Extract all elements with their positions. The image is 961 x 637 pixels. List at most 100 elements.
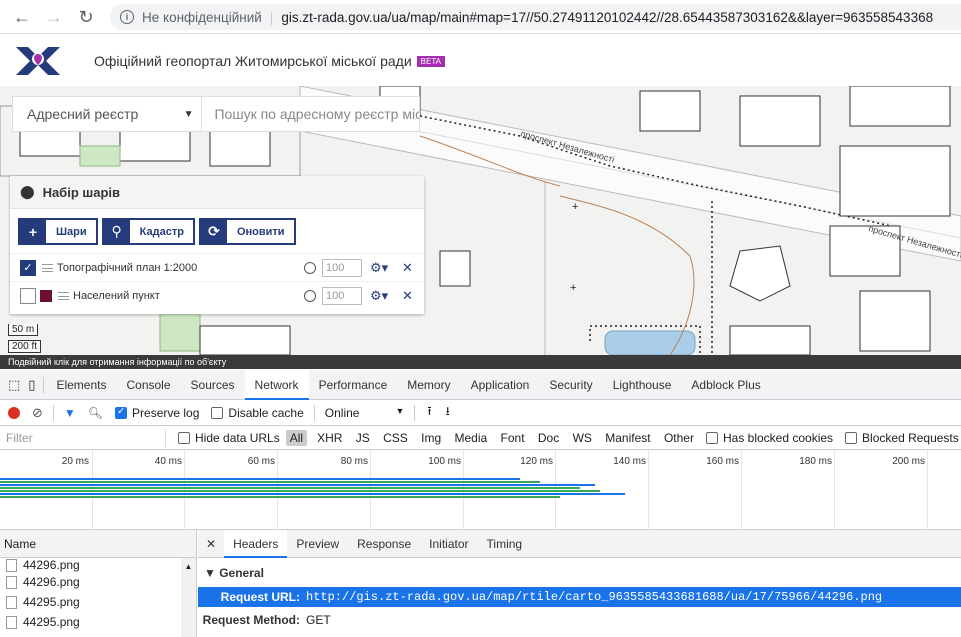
type-filter-all[interactable]: All bbox=[285, 429, 308, 446]
tab-adblock-plus[interactable]: Adblock Plus bbox=[681, 370, 770, 400]
address-search-input[interactable]: Пошук по адресному реєстр міс bbox=[202, 106, 419, 122]
import-har-icon[interactable]: ⭱ bbox=[427, 402, 431, 423]
chevron-down-icon: ▼ bbox=[395, 405, 405, 416]
close-icon[interactable]: ✕ bbox=[198, 530, 224, 558]
map-canvas[interactable]: проспект Незалежності проспект Незалежно… bbox=[0, 86, 961, 355]
tab-initiator[interactable]: Initiator bbox=[420, 530, 477, 558]
gear-icon[interactable]: ⚙▾ bbox=[370, 260, 388, 276]
tab-headers[interactable]: Headers bbox=[224, 529, 288, 558]
opacity-icon bbox=[304, 261, 316, 274]
drag-handle-icon[interactable] bbox=[58, 291, 69, 300]
tab-performance[interactable]: Performance bbox=[309, 370, 398, 400]
timeline-gridline bbox=[741, 450, 742, 530]
name-column-header[interactable]: Name bbox=[0, 530, 196, 558]
request-list-scrollbar[interactable]: ▲ bbox=[181, 558, 196, 637]
cadastre-button[interactable]: ⚲ Кадастр bbox=[101, 218, 195, 245]
request-name: 44295.png bbox=[23, 595, 80, 609]
type-filter-xhr[interactable]: XHR bbox=[317, 431, 342, 445]
close-icon[interactable]: ✕ bbox=[402, 260, 413, 276]
tab-console[interactable]: Console bbox=[116, 370, 180, 400]
tab-sources[interactable]: Sources bbox=[181, 370, 245, 400]
reload-icon[interactable]: ↻ bbox=[74, 5, 98, 29]
back-icon[interactable]: ← bbox=[10, 5, 34, 29]
request-url-value: http://gis.zt-rada.gov.ua/map/rtile/cart… bbox=[306, 590, 883, 604]
tab-elements[interactable]: Elements bbox=[46, 370, 116, 400]
type-filter-font[interactable]: Font bbox=[501, 431, 525, 445]
request-row[interactable]: 44296.png bbox=[0, 558, 196, 572]
site-title: Офіційний геопортал Житомирської міської… bbox=[94, 53, 445, 69]
network-overview[interactable]: 20 ms 40 ms 60 ms 80 ms 100 ms 120 ms 14… bbox=[0, 450, 961, 530]
tab-preview[interactable]: Preview bbox=[287, 530, 348, 558]
refresh-button[interactable]: ⟳ Оновити bbox=[198, 218, 296, 245]
layers-panel: ⬤ Набір шарів + Шари ⚲ Кадастр ⟳ Оновити ✓ … bbox=[10, 176, 424, 314]
timeline-request-bar bbox=[0, 487, 580, 489]
layer-opacity-input[interactable]: 100 bbox=[322, 258, 362, 277]
layer-opacity-input[interactable]: 100 bbox=[322, 286, 362, 305]
tab-lighthouse[interactable]: Lighthouse bbox=[603, 370, 682, 400]
preserve-log-checkbox[interactable]: Preserve log bbox=[115, 406, 199, 420]
tab-memory[interactable]: Memory bbox=[397, 370, 460, 400]
type-filter-css[interactable]: CSS bbox=[383, 431, 408, 445]
devtools-tabbar: ⬚ ▯ Elements Console Sources Network Per… bbox=[0, 369, 961, 400]
device-toggle-icon[interactable]: ▯ bbox=[28, 377, 35, 393]
request-row[interactable]: 44295.png bbox=[0, 612, 196, 632]
export-har-icon[interactable]: ⭳ bbox=[446, 402, 450, 423]
chevron-up-icon[interactable]: ▲ bbox=[181, 562, 196, 571]
scale-imperial: 200 ft bbox=[8, 340, 42, 353]
layers-button[interactable]: + Шари bbox=[18, 218, 98, 245]
has-blocked-cookies-checkbox[interactable]: Has blocked cookies bbox=[705, 431, 833, 445]
disable-cache-checkbox[interactable]: Disable cache bbox=[211, 406, 304, 420]
type-filter-other[interactable]: Other bbox=[664, 431, 694, 445]
record-icon[interactable] bbox=[8, 406, 20, 419]
site-title-text: Офіційний геопортал Житомирської міської… bbox=[94, 53, 412, 69]
timeline-request-bar bbox=[0, 496, 560, 498]
info-icon[interactable]: i bbox=[120, 10, 134, 24]
close-icon[interactable]: ✕ bbox=[402, 288, 413, 304]
url-text: gis.zt-rada.gov.ua/ua/map/main#map=17//5… bbox=[281, 9, 934, 25]
layer-visibility-checkbox[interactable]: ✓ bbox=[20, 259, 36, 276]
timeline-tick: 180 ms bbox=[799, 456, 832, 467]
filter-icon[interactable]: ▼ bbox=[64, 406, 76, 420]
tab-security[interactable]: Security bbox=[539, 370, 602, 400]
security-label: Не конфіденційний bbox=[142, 9, 262, 25]
type-filter-media[interactable]: Media bbox=[455, 431, 488, 445]
type-filter-js[interactable]: JS bbox=[356, 431, 370, 445]
layers-button-label: Шари bbox=[56, 225, 87, 238]
request-row[interactable]: 44296.png bbox=[0, 572, 196, 592]
tab-timing[interactable]: Timing bbox=[478, 530, 532, 558]
request-url-row[interactable]: Request URL: http://gis.zt-rada.gov.ua/m… bbox=[198, 587, 961, 607]
hide-data-urls-checkbox[interactable]: Hide data URLs bbox=[178, 431, 280, 445]
search-icon[interactable]: 🔍︎ bbox=[88, 406, 103, 420]
layer-visibility-checkbox[interactable] bbox=[20, 287, 36, 304]
clear-icon[interactable]: ⊘ bbox=[32, 405, 43, 421]
timeline-tick: 120 ms bbox=[520, 456, 553, 467]
geoportal-logo[interactable] bbox=[14, 45, 62, 77]
gear-icon[interactable]: ⚙▾ bbox=[370, 288, 388, 304]
blocked-requests-checkbox[interactable]: Blocked Requests bbox=[845, 431, 959, 445]
type-filter-img[interactable]: Img bbox=[421, 431, 441, 445]
tab-response[interactable]: Response bbox=[348, 530, 420, 558]
tab-application[interactable]: Application bbox=[461, 370, 540, 400]
filter-input[interactable]: Filter bbox=[2, 428, 166, 447]
file-icon bbox=[6, 595, 17, 609]
request-row[interactable]: 44295.png bbox=[0, 592, 196, 612]
address-bar[interactable]: i Не конфіденційний | gis.zt-rada.gov.ua… bbox=[110, 4, 961, 30]
type-filter-manifest[interactable]: Manifest bbox=[605, 431, 650, 445]
layer-row: ✓ Топографічний план 1:2000 100 ⚙▾ ✕ bbox=[10, 253, 424, 281]
drag-handle-icon[interactable] bbox=[42, 263, 53, 272]
cadastre-button-label: Кадастр bbox=[139, 225, 184, 238]
register-select[interactable]: Адресний реєстр ▼ bbox=[13, 97, 203, 131]
network-filter-bar: Filter Hide data URLs All XHR JS CSS Img… bbox=[0, 426, 961, 450]
inspect-icon[interactable]: ⬚ bbox=[8, 377, 20, 393]
throttling-select[interactable]: Online ▼ bbox=[325, 406, 405, 420]
request-name: 44296.png bbox=[23, 575, 80, 589]
forward-icon[interactable]: → bbox=[42, 5, 66, 29]
tab-network[interactable]: Network bbox=[244, 369, 309, 400]
layers-panel-header[interactable]: ⬤ Набір шарів bbox=[10, 176, 424, 209]
type-filter-doc[interactable]: Doc bbox=[538, 431, 559, 445]
register-select-value: Адресний реєстр bbox=[27, 106, 139, 122]
type-filter-ws[interactable]: WS bbox=[573, 431, 592, 445]
blocked-requests-label: Blocked Requests bbox=[862, 430, 959, 445]
general-section-toggle[interactable]: ▼ General bbox=[198, 558, 961, 580]
file-icon bbox=[6, 615, 17, 629]
